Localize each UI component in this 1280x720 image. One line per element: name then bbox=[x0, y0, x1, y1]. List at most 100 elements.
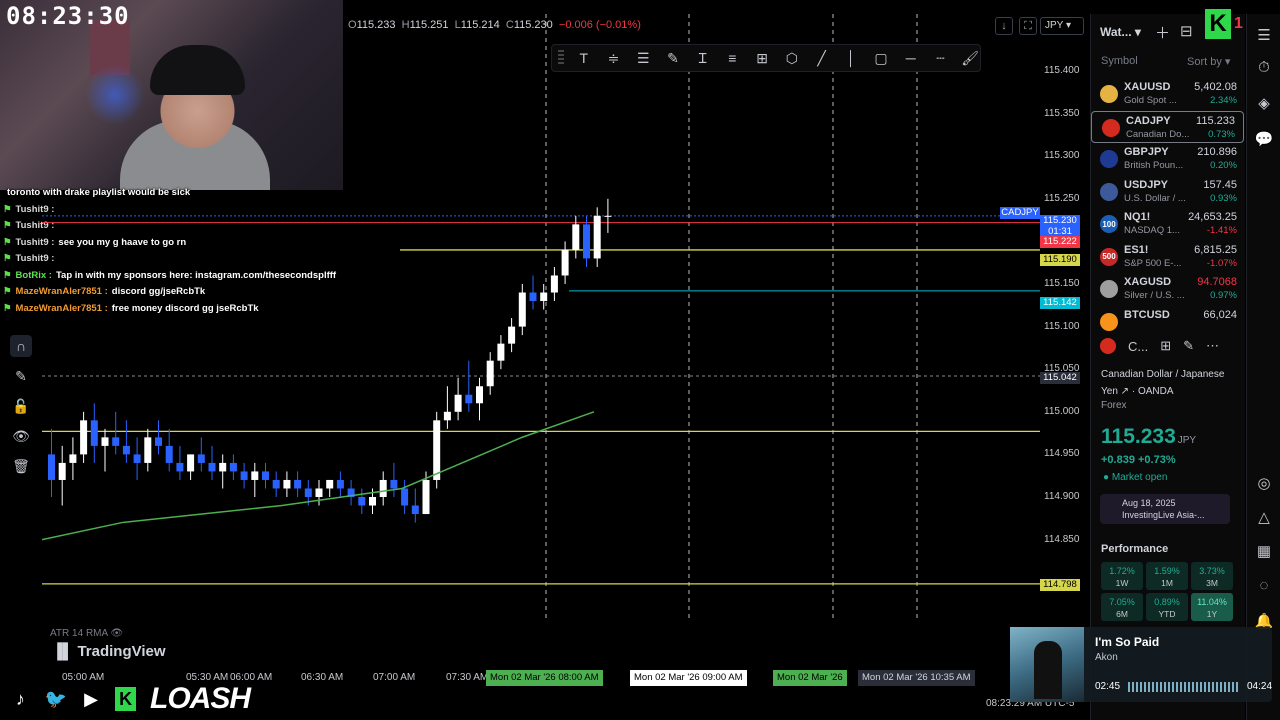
watchlist-sym: GBPJPY bbox=[1124, 146, 1169, 158]
right-icon-strip: ☰ ⏱ ◈ 💬 ◎ △ ▦ ◌ 🔔 bbox=[1246, 14, 1280, 720]
tiktok-icon: ♪ bbox=[15, 688, 25, 709]
ray-icon[interactable]: ┄ bbox=[931, 48, 951, 68]
stream-branding: ♪ 🐦 ▶ K LOASH bbox=[0, 678, 251, 720]
brush-icon[interactable]: 🖌 bbox=[960, 48, 980, 68]
badge-icon: ⚑ bbox=[3, 203, 12, 215]
watchlist-sym: CADJPY bbox=[1126, 114, 1171, 127]
price-tick-label: 114.950 bbox=[1044, 448, 1080, 460]
watchlist-title[interactable]: Wat... ▾ bbox=[1100, 25, 1141, 39]
performance-cell[interactable]: 0.89% YTD bbox=[1146, 593, 1188, 621]
tradingview-logo: ▐▌ TradingView bbox=[52, 643, 166, 660]
calendar-icon[interactable]: ▦ bbox=[1253, 540, 1275, 562]
lines-icon[interactable]: ≡ bbox=[723, 48, 743, 68]
album-art bbox=[1010, 627, 1084, 702]
magnet-icon[interactable]: ∩ bbox=[10, 335, 32, 357]
time-highlight-label: Mon 02 Mar '26 09:00 AM bbox=[630, 670, 747, 686]
candle-body bbox=[197, 454, 205, 463]
chat-icon[interactable]: 💬 bbox=[1253, 128, 1275, 150]
eye-icon[interactable]: 👁 bbox=[110, 628, 123, 639]
performance-value: 1.59% bbox=[1154, 566, 1180, 576]
watchlist-last: 94.7068 bbox=[1197, 276, 1237, 288]
watchlist-last: 115.233 bbox=[1196, 114, 1235, 127]
atr-indicator-label[interactable]: ATR 14 RMA 👁 bbox=[50, 628, 123, 639]
layers-icon[interactable]: ◈ bbox=[1253, 92, 1275, 114]
eye-icon[interactable]: 👁 bbox=[10, 425, 32, 447]
twitter-icon: 🐦 bbox=[44, 688, 67, 709]
watchlist-row-usdjpy[interactable]: USDJPY U.S. Dollar / ... 157.45 0.93% bbox=[1090, 176, 1245, 209]
watchlist-row-gbpjpy[interactable]: GBPJPY British Poun... 210.896 0.20% bbox=[1090, 143, 1245, 176]
candle-body bbox=[90, 420, 98, 446]
flag-icon bbox=[1100, 338, 1116, 354]
shape-icon[interactable]: ⬡ bbox=[782, 48, 802, 68]
horizontal-line-icon[interactable]: ─ bbox=[901, 48, 921, 68]
symbol-column-header[interactable]: Symbol bbox=[1101, 55, 1138, 67]
watchlist-sym: USDJPY bbox=[1124, 178, 1169, 191]
more-icon[interactable]: ⋯ bbox=[1206, 338, 1219, 354]
brand-name: LOASH bbox=[150, 682, 251, 715]
watchlist-row-es1[interactable]: 500 ES1! S&P 500 E-... 6,815.25 -1.07% bbox=[1090, 241, 1245, 274]
watchlist-chg: 0.20% bbox=[1210, 160, 1237, 171]
watchlist-chg: 0.93% bbox=[1210, 192, 1237, 204]
add-symbol-icon[interactable]: ＋ bbox=[1155, 22, 1170, 43]
detail-symbol-short[interactable]: C... bbox=[1128, 339, 1148, 354]
badge-icon: ⚑ bbox=[3, 220, 12, 231]
symbol-tag: CADJPY bbox=[1000, 206, 1040, 219]
trash-icon[interactable]: 🗑 bbox=[10, 455, 32, 477]
pulse-icon[interactable]: ◌ bbox=[1253, 574, 1275, 596]
yellow-level-tag: 114.798 bbox=[1040, 578, 1080, 591]
candle-body bbox=[251, 471, 259, 480]
trendline-icon[interactable]: ╱ bbox=[812, 48, 832, 68]
news-card[interactable]: Aug 18, 2025 InvestingLive Asia-... bbox=[1100, 494, 1230, 524]
pencil-icon[interactable]: ✎ bbox=[663, 48, 683, 68]
watchlist-last: 5,402.08 bbox=[1194, 81, 1237, 93]
watchlist-icon[interactable]: ☰ bbox=[1253, 24, 1275, 46]
watchlist-row-btcusd[interactable]: BTCUSD 66,024 bbox=[1090, 306, 1245, 339]
candle-body bbox=[443, 411, 451, 421]
candle-body bbox=[80, 420, 88, 455]
time-tick-label: 06:30 AM bbox=[301, 672, 344, 683]
time-tick-label: 07:00 AM bbox=[373, 672, 416, 683]
performance-cell[interactable]: 11.04% 1Y bbox=[1191, 593, 1233, 621]
alert-icon[interactable]: △ bbox=[1253, 506, 1275, 528]
watchlist-chg: 2.34% bbox=[1210, 95, 1237, 106]
watchlist-row-nq1[interactable]: 100 NQ1! NASDAQ 1... 24,653.25 -1.41% bbox=[1090, 208, 1245, 241]
market-status: ● Market open bbox=[1103, 472, 1168, 483]
layout-icon[interactable]: ⊟ bbox=[1180, 22, 1193, 43]
performance-cell[interactable]: 1.59% 1M bbox=[1146, 562, 1188, 590]
watchlist-desc: NASDAQ 1... bbox=[1124, 225, 1180, 236]
watchlist-row-xauusd[interactable]: XAUUSD Gold Spot ... 5,402.08 2.34% bbox=[1090, 78, 1245, 111]
target-icon[interactable]: ◎ bbox=[1253, 472, 1275, 494]
watchlist-row-xagusd[interactable]: XAGUSD Silver / U.S. ... 94.7068 0.97% bbox=[1090, 273, 1245, 306]
candle-body bbox=[572, 224, 580, 250]
performance-cell[interactable]: 1.72% 1W bbox=[1101, 562, 1143, 590]
performance-cell[interactable]: 7.05% 6M bbox=[1101, 593, 1143, 621]
price-chart[interactable] bbox=[42, 14, 1040, 619]
candle-body bbox=[593, 215, 601, 259]
watchlist-sym: XAUUSD bbox=[1124, 81, 1171, 93]
instrument-name: Canadian Dollar / Japanese Yen ↗ · OANDA bbox=[1101, 369, 1225, 397]
rectangle-icon[interactable]: ▢ bbox=[871, 48, 891, 68]
watchlist-row-cadjpy[interactable]: CADJPY Canadian Do... 115.233 0.73% bbox=[1091, 110, 1244, 143]
candle-body bbox=[476, 386, 483, 404]
currency-select[interactable]: JPY ▾ bbox=[1040, 17, 1084, 35]
grid-icon[interactable]: ⊞ bbox=[752, 48, 772, 68]
grid-icon[interactable]: ⊞ bbox=[1160, 338, 1171, 354]
watchlist-desc: Canadian Do... bbox=[1126, 128, 1190, 140]
text-tool-icon[interactable]: T bbox=[574, 48, 594, 68]
external-link-icon[interactable]: ↗ bbox=[1121, 386, 1129, 397]
sort-by-header[interactable]: Sort by ▾ bbox=[1187, 55, 1230, 68]
edit-icon[interactable]: ✎ bbox=[1183, 338, 1194, 354]
drag-handle[interactable] bbox=[558, 50, 564, 66]
settings-lines-icon[interactable]: ☰ bbox=[633, 48, 653, 68]
align-tool-icon[interactable]: ≑ bbox=[604, 48, 624, 68]
performance-cell[interactable]: 3.73% 3M bbox=[1191, 562, 1233, 590]
clock-icon[interactable]: ⏱ bbox=[1253, 56, 1275, 78]
lock-icon[interactable]: 🔓 bbox=[10, 395, 32, 417]
candle-body bbox=[411, 505, 419, 515]
candle-body bbox=[486, 360, 494, 387]
vertical-line-icon[interactable]: │ bbox=[841, 48, 861, 68]
price-tick-label: 115.100 bbox=[1044, 320, 1080, 332]
pencil-lock-icon[interactable]: ✎ bbox=[10, 365, 32, 387]
performance-period: 1W bbox=[1115, 578, 1129, 588]
text-cursor-icon[interactable]: Ɪ bbox=[693, 48, 713, 68]
